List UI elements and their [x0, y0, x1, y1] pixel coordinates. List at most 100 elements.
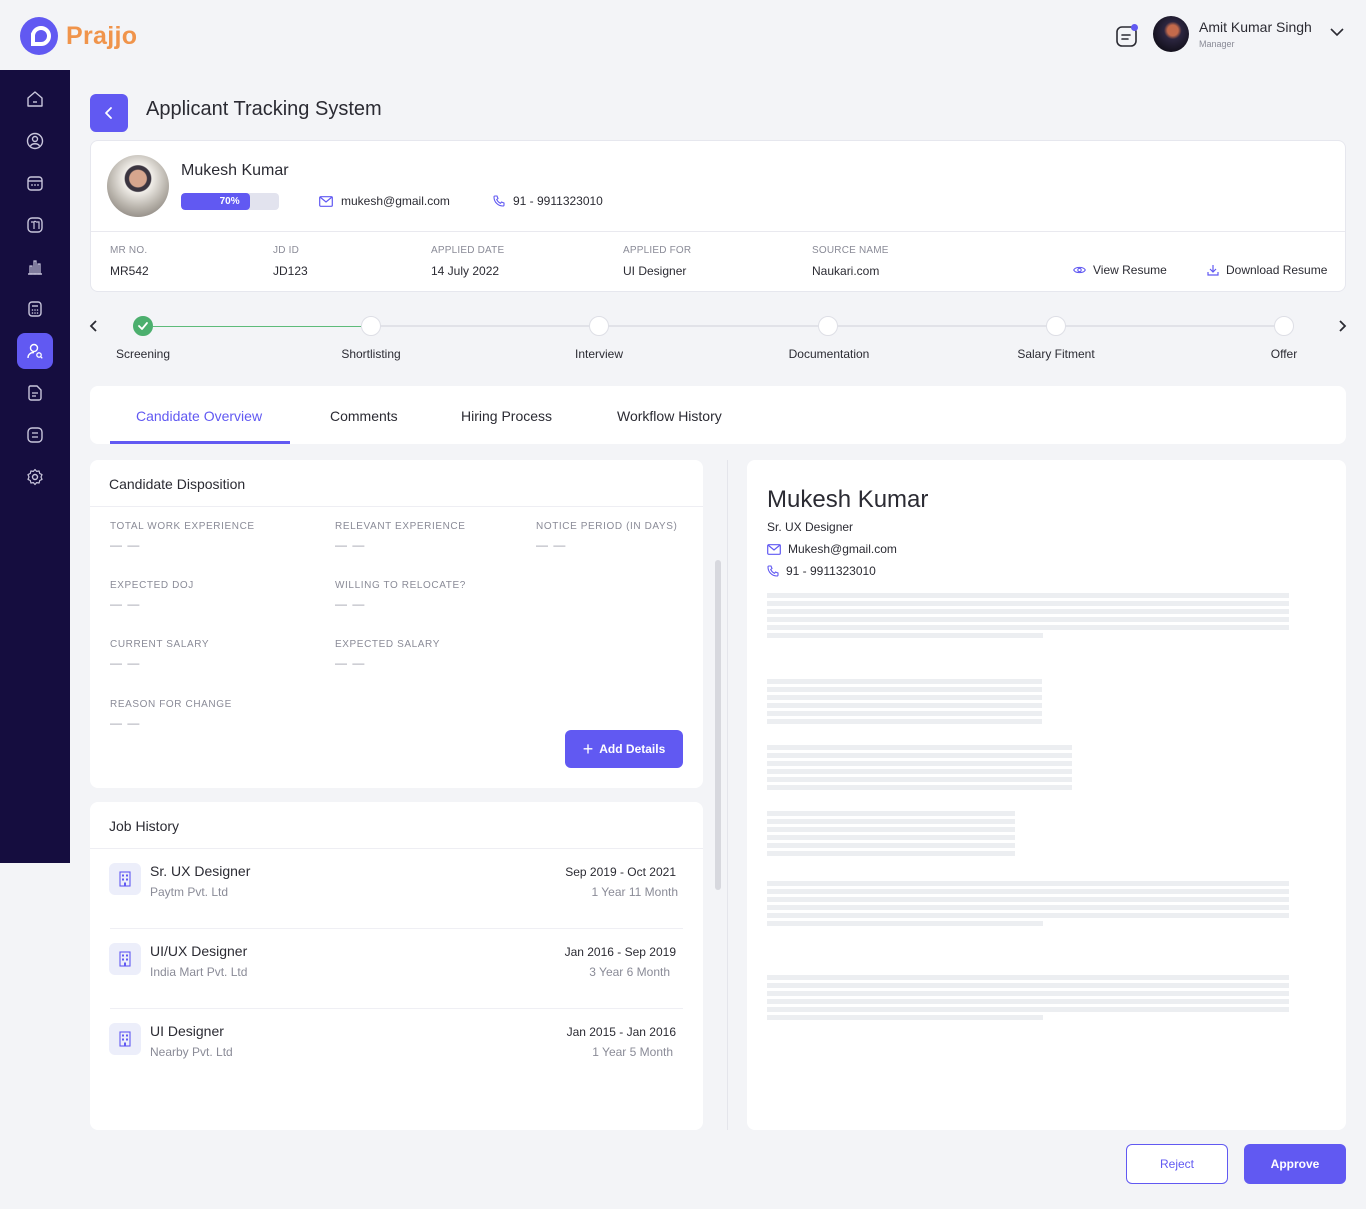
notification-icon[interactable] [1115, 24, 1139, 48]
step-interview-dot[interactable] [589, 316, 609, 336]
chevron-down-icon[interactable] [1329, 24, 1345, 40]
tab-workflow-history[interactable]: Workflow History [617, 408, 722, 424]
job-title: UI Designer [150, 1023, 224, 1039]
field-label: EXPECTED DOJ [110, 580, 194, 591]
step-screening-label: Screening [115, 347, 171, 361]
meta-label: SOURCE NAME [812, 245, 889, 256]
scrollbar[interactable] [715, 560, 721, 890]
list-icon [27, 427, 43, 443]
user-menu[interactable]: Amit Kumar Singh Manager [1153, 16, 1344, 52]
sidebar-item-list[interactable] [17, 417, 53, 453]
job-dates: Jan 2016 - Sep 2019 [564, 945, 676, 959]
step-salary-fitment-label: Salary Fitment [1017, 347, 1095, 361]
step-connector [1065, 325, 1274, 327]
field-label: REASON FOR CHANGE [110, 699, 232, 710]
mail-icon [319, 195, 333, 207]
back-button[interactable] [90, 94, 128, 132]
candidate-email-text: mukesh@gmail.com [341, 194, 450, 208]
field-value: — — [110, 597, 141, 611]
sidebar-item-profile[interactable] [17, 123, 53, 159]
field-value: — — [110, 656, 141, 670]
stepper-prev-icon[interactable] [88, 319, 100, 333]
step-interview-label: Interview [574, 347, 624, 361]
candidate-disposition-card: Candidate Disposition TOTAL WORK EXPERIE… [90, 460, 703, 788]
reject-button[interactable]: Reject [1126, 1144, 1228, 1184]
step-screening-dot[interactable] [133, 316, 153, 336]
field-reason-for-change: REASON FOR CHANGE — — [110, 699, 232, 730]
sidebar-item-calendar[interactable] [17, 165, 53, 201]
calendar-icon [27, 176, 43, 191]
view-resume-button[interactable]: View Resume [1073, 263, 1167, 277]
candidate-email[interactable]: mukesh@gmail.com [319, 194, 450, 208]
sidebar-item-documents[interactable] [17, 375, 53, 411]
download-icon [1207, 265, 1219, 276]
step-shortlisting-dot[interactable] [361, 316, 381, 336]
mail-icon [767, 543, 781, 555]
eye-icon [1073, 266, 1086, 274]
step-connector [380, 325, 589, 327]
meta-value: 14 July 2022 [431, 264, 500, 278]
sidebar-item-book[interactable] [17, 207, 53, 243]
job-duration: 3 Year 6 Month [589, 965, 670, 979]
job-title: Sr. UX Designer [150, 863, 251, 879]
home-icon [27, 91, 43, 107]
meta-value: UI Designer [623, 264, 687, 278]
tab-candidate-overview[interactable]: Candidate Overview [136, 408, 262, 424]
field-willing-to-relocate: WILLING TO RELOCATE? — — [335, 580, 466, 611]
candidate-name: Mukesh Kumar [181, 162, 289, 179]
resume-preview: Mukesh Kumar Sr. UX Designer Mukesh@gmai… [747, 460, 1346, 1130]
meta-applied-for: APPLIED FOR UI Designer [623, 245, 691, 278]
sidebar-item-home[interactable] [17, 81, 53, 117]
step-offer-dot[interactable] [1274, 316, 1294, 336]
resume-name: Mukesh Kumar [767, 486, 929, 513]
sidebar-item-calculator[interactable] [17, 291, 53, 327]
sidebar-item-applicants[interactable] [17, 333, 53, 369]
add-details-button[interactable]: + Add Details [565, 730, 683, 768]
field-value: — — [536, 538, 567, 552]
job-history-item: Sr. UX Designer Paytm Pvt. Ltd Sep 2019 … [90, 849, 703, 929]
step-connector [608, 325, 828, 327]
field-value: — — [335, 656, 366, 670]
job-title: UI/UX Designer [150, 943, 248, 959]
user-search-icon [27, 343, 43, 359]
step-documentation-dot[interactable] [818, 316, 838, 336]
view-resume-label: View Resume [1093, 263, 1167, 277]
job-company: Paytm Pvt. Ltd [150, 885, 229, 899]
brand-logo[interactable]: Prajjo [20, 17, 137, 55]
meta-label: APPLIED DATE [431, 245, 505, 256]
meta-applied-date: APPLIED DATE 14 July 2022 [431, 245, 504, 278]
candidate-avatar [107, 155, 169, 217]
job-history-card: Job History Sr. UX Designer Paytm Pvt. L… [90, 802, 703, 1130]
sidebar-item-settings[interactable] [17, 459, 53, 495]
meta-label: JD ID [273, 245, 299, 256]
sidebar-item-reports[interactable] [17, 249, 53, 285]
job-duration: 1 Year 11 Month [591, 885, 678, 899]
step-connector [838, 325, 1046, 327]
meta-jd-id: JD ID JD123 [273, 245, 308, 278]
candidate-phone[interactable]: 91 - 9911323010 [493, 194, 603, 208]
download-resume-button[interactable]: Download Resume [1207, 263, 1327, 277]
page-title: Applicant Tracking System [146, 98, 382, 120]
profile-progress-bar: 70% [181, 193, 279, 210]
building-icon [109, 863, 141, 895]
approve-button[interactable]: Approve [1244, 1144, 1346, 1184]
tab-comments[interactable]: Comments [330, 408, 398, 424]
chevron-left-icon [105, 107, 112, 119]
field-expected-salary: EXPECTED SALARY — — [335, 639, 440, 670]
top-bar: Prajjo Amit Kumar Singh Manager [0, 0, 1366, 70]
job-history-item: UI/UX Designer India Mart Pvt. Ltd Jan 2… [90, 929, 703, 1009]
tab-hiring-process[interactable]: Hiring Process [461, 408, 552, 424]
document-icon [28, 385, 42, 401]
field-label: WILLING TO RELOCATE? [335, 580, 466, 591]
plus-icon: + [582, 739, 594, 759]
field-value: — — [110, 538, 141, 552]
logo-icon [20, 17, 58, 55]
job-history-item: UI Designer Nearby Pvt. Ltd Jan 2015 - J… [90, 1009, 703, 1089]
add-details-label: Add Details [599, 742, 666, 756]
meta-value: JD123 [273, 264, 308, 278]
user-name: Amit Kumar Singh [1199, 19, 1312, 35]
stepper-next-icon[interactable] [1336, 319, 1348, 333]
panel-divider [727, 460, 728, 1130]
field-label: RELEVANT EXPERIENCE [335, 521, 466, 532]
step-salary-fitment-dot[interactable] [1046, 316, 1066, 336]
